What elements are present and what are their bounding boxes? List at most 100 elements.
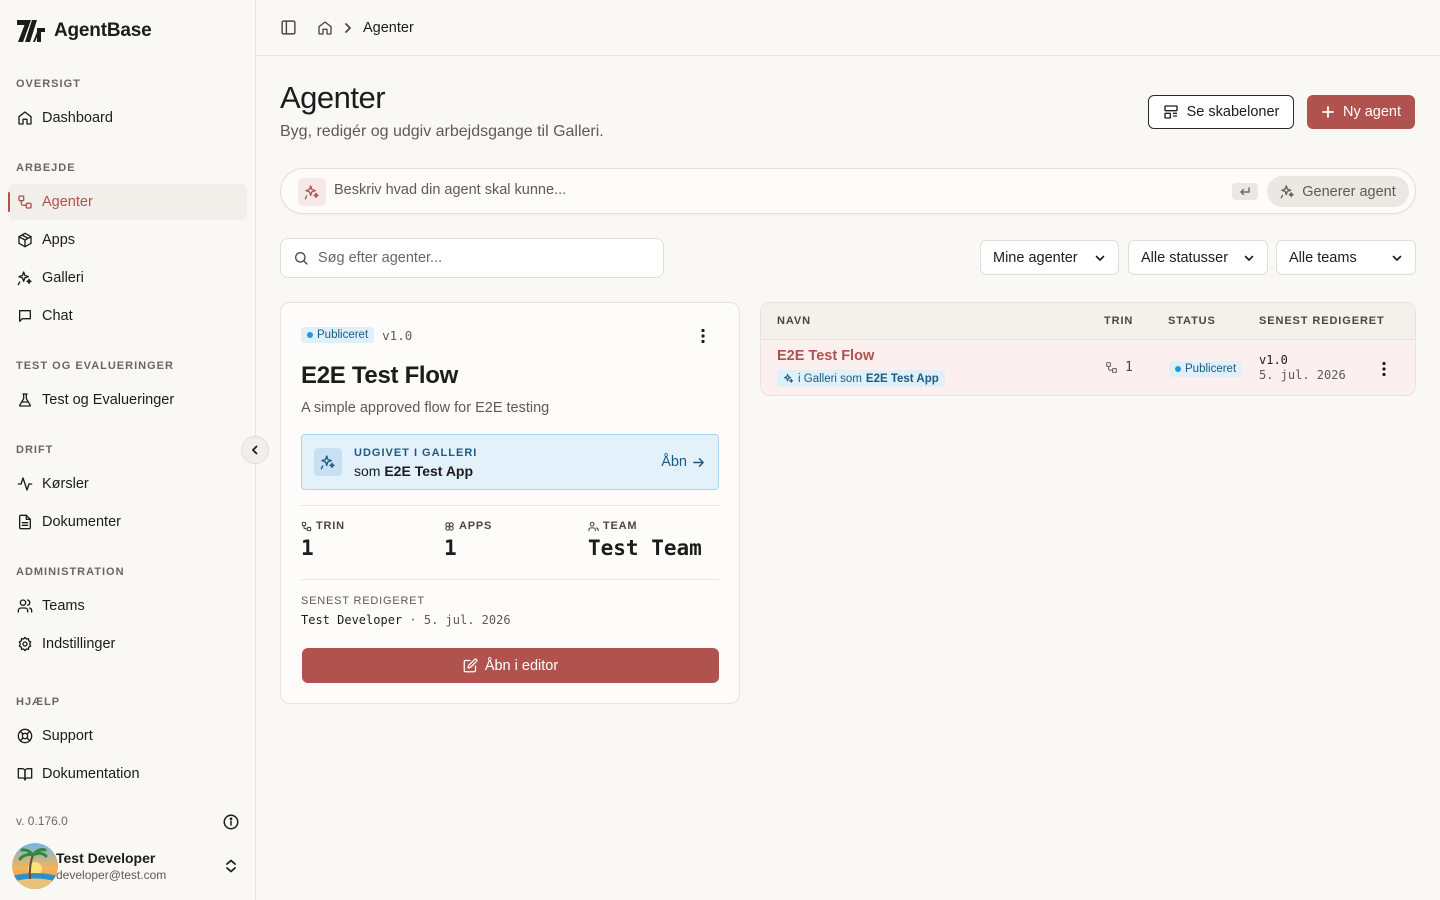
stat-team: TEAM Test Team [588,520,702,560]
arrow-right-icon [692,456,705,469]
activity-icon [16,475,34,493]
open-gallery-link[interactable]: Åbn [661,454,705,470]
chat-icon [16,307,34,325]
gallery-publish-box[interactable]: UDGIVET I GALLERI som E2E Test App Åbn [301,434,719,490]
gallery-tag: i Galleri som E2E Test App [777,370,945,387]
team-filter-select[interactable]: Alle teams [1276,240,1416,275]
row-agent-name[interactable]: E2E Test Flow [777,348,874,364]
column-header-name[interactable]: NAVN [777,315,811,327]
chevron-down-icon [1391,252,1403,264]
sidebar-item-korsler[interactable]: Kørsler [8,466,247,502]
sidebar-item-agenter[interactable]: Agenter [8,184,247,220]
users-icon [16,597,34,615]
sidebar-item-teams[interactable]: Teams [8,588,247,624]
edited-separator: · [409,613,417,627]
status-filter-select[interactable]: Alle statusser [1128,240,1268,275]
sidebar-item-galleri[interactable]: Galleri [8,260,247,296]
column-header-steps[interactable]: TRIN [1104,315,1133,327]
sidebar-item-dokumentation[interactable]: Dokumentation [8,756,247,792]
search-placeholder: Søg efter agenter... [318,250,443,266]
sidebar-item-label: Indstillinger [42,636,116,652]
edit-icon [463,658,478,673]
published-prefix: som [354,463,381,479]
stat-apps-label: APPS [459,520,493,532]
agent-prompt-bar[interactable]: Beskriv hvad din agent skal kunne... Gen… [280,168,1416,214]
workflow-icon [16,193,34,211]
published-app-name: E2E Test App [384,463,474,479]
document-icon [16,513,34,531]
book-icon [16,765,34,783]
sidebar-item-indstillinger[interactable]: Indstillinger [8,626,247,662]
more-vertical-icon[interactable] [1374,359,1394,379]
search-input[interactable]: Søg efter agenter... [280,238,664,278]
more-vertical-icon[interactable] [693,326,713,346]
column-header-status[interactable]: STATUS [1168,315,1216,327]
info-icon[interactable] [222,813,240,831]
edited-date: 5. jul. 2026 [423,613,511,627]
owner-filter-select[interactable]: Mine agenter [980,240,1119,275]
sidebar-item-label: Support [42,728,93,744]
user-menu[interactable]: Test Developer developer@test.com [12,842,248,890]
settings-icon [16,635,34,653]
sparkles-icon [314,448,342,476]
chevron-right-icon [343,22,353,34]
sidebar-item-label: Agenter [42,194,93,210]
gallery-tag-app: E2E Test App [865,372,939,385]
sidebar-item-chat[interactable]: Chat [8,298,247,334]
topbar: Agenter [256,0,1440,56]
new-agent-button[interactable]: Ny agent [1307,95,1415,129]
avatar [12,843,58,889]
sidebar-item-apps[interactable]: Apps [8,222,247,258]
apps-icon [444,521,455,532]
sparkles-icon [1280,184,1295,199]
generate-agent-button[interactable]: Generer agent [1267,176,1409,207]
sidebar-item-label: Test og Evalueringer [42,392,175,408]
sidebar-item-test-evalueringer[interactable]: Test og Evalueringer [8,382,247,418]
section-label-hjaelp: HJÆLP [16,696,61,708]
workflow-icon [301,521,312,532]
home-icon[interactable] [317,20,333,36]
open-in-editor-button[interactable]: Åbn i editor [302,648,719,683]
open-gallery-label: Åbn [661,454,687,470]
collapse-sidebar-button[interactable] [241,436,269,464]
status-filter-value: Alle statusser [1141,249,1229,266]
row-steps: 1 [1105,360,1133,375]
breadcrumb: Agenter [317,20,414,36]
row-version: v1.0 [1259,353,1288,367]
workflow-icon [1105,361,1118,374]
agent-prompt-input[interactable]: Beskriv hvad din agent skal kunne... [334,182,566,198]
section-label-arbejde: ARBEJDE [16,162,76,174]
sidebar-item-label: Dokumentation [42,766,140,782]
published-app: som E2E Test App [354,463,473,479]
column-header-last-edited[interactable]: SENEST REDIGERET [1259,315,1385,327]
brand[interactable]: AgentBase [16,18,152,44]
stat-apps: APPS 1 [444,520,492,560]
sidebar-toggle-icon[interactable] [280,19,297,36]
home-icon [16,109,34,127]
open-in-editor-label: Åbn i editor [484,657,559,674]
generate-agent-label: Generer agent [1302,183,1396,200]
plus-icon [1321,105,1335,119]
row-date: 5. jul. 2026 [1259,368,1346,382]
sidebar-item-dokumenter[interactable]: Dokumenter [8,504,247,540]
view-templates-button[interactable]: Se skabeloner [1148,95,1294,129]
agent-title[interactable]: E2E Test Flow [301,362,458,390]
status-badge-label: Publiceret [317,329,369,341]
sidebar-item-label: Chat [42,308,73,324]
view-templates-label: Se skabeloner [1186,104,1280,120]
table-row[interactable]: E2E Test Flow i Galleri som E2E Test App… [761,340,1415,395]
table-header: NAVN TRIN STATUS SENEST REDIGERET [761,303,1415,340]
agent-card: Publiceret v1.0 E2E Test Flow A simple a… [280,302,740,704]
status-badge: Publiceret [301,327,375,343]
sparkles-icon [16,269,34,287]
sidebar-item-dashboard[interactable]: Dashboard [8,100,247,136]
chevron-left-icon [249,444,261,456]
sidebar-item-support[interactable]: Support [8,718,247,754]
users-icon [588,521,599,532]
owner-filter-value: Mine agenter [993,249,1078,266]
app-version: v. 0.176.0 [16,814,68,828]
agentbase-logo-icon [16,18,46,44]
breadcrumb-current: Agenter [363,19,414,36]
sidebar-item-label: Dokumenter [42,514,121,530]
stat-team-label: TEAM [603,520,638,532]
